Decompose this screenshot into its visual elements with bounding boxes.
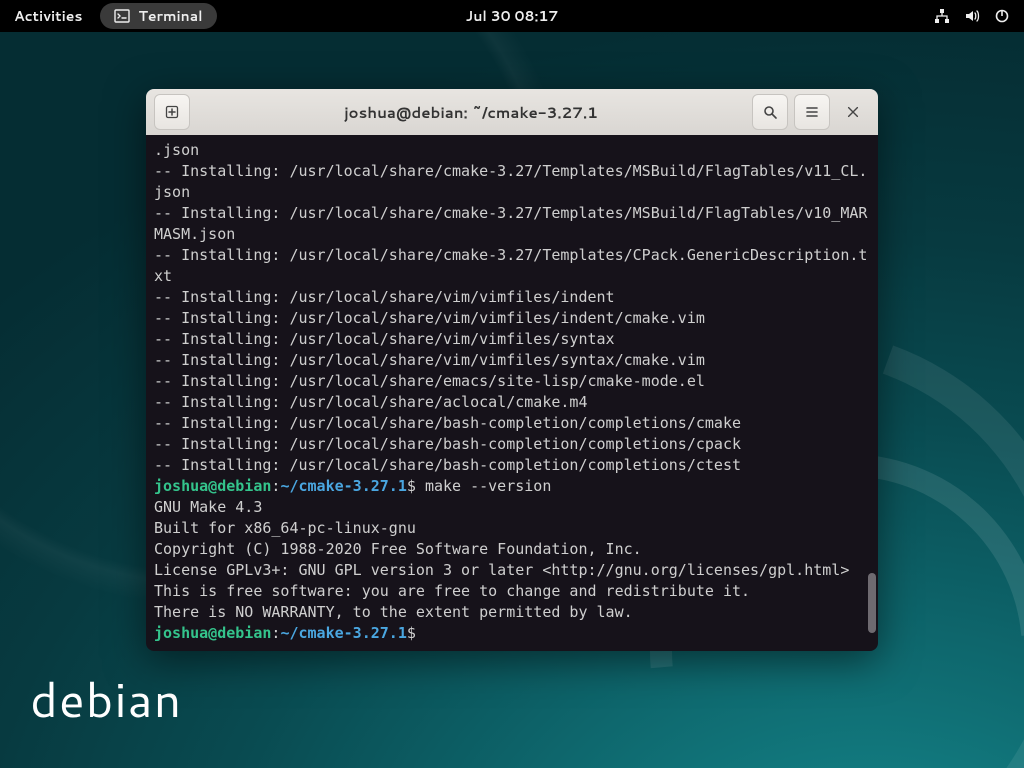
terminal-output-line: Copyright (C) 1988-2020 Free Software Fo… (154, 539, 870, 560)
terminal-output-line: This is free software: you are free to c… (154, 581, 870, 602)
power-icon[interactable] (994, 8, 1010, 24)
hamburger-menu-button[interactable] (794, 94, 830, 130)
terminal-prompt-line: joshua@debian:~/cmake-3.27.1$ make --ver… (154, 476, 870, 497)
terminal-output-line: License GPLv3+: GNU GPL version 3 or lat… (154, 560, 870, 581)
terminal-app-icon (114, 8, 130, 24)
terminal-output-line: GNU Make 4.3 (154, 497, 870, 518)
terminal-output-line: -- Installing: /usr/local/share/vim/vimf… (154, 329, 870, 350)
terminal-output-line: .json (154, 140, 870, 161)
terminal-output-line: -- Installing: /usr/local/share/aclocal/… (154, 392, 870, 413)
terminal-output-line: -- Installing: /usr/local/share/emacs/si… (154, 371, 870, 392)
terminal-output-line: -- Installing: /usr/local/share/vim/vimf… (154, 350, 870, 371)
gnome-topbar: Activities Terminal Jul 30 08:17 (0, 0, 1024, 32)
system-tray[interactable] (934, 8, 1024, 24)
terminal-window: joshua@debian: ~/cmake-3.27.1 .json-- In… (146, 89, 878, 651)
volume-icon[interactable] (964, 8, 980, 24)
window-title: joshua@debian: ~/cmake-3.27.1 (196, 102, 746, 123)
terminal-viewport[interactable]: .json-- Installing: /usr/local/share/cma… (146, 135, 878, 651)
current-app-indicator[interactable]: Terminal (100, 3, 216, 29)
close-button[interactable] (836, 95, 870, 129)
new-tab-button[interactable] (154, 94, 190, 130)
debian-logo: debian (30, 665, 182, 733)
terminal-output-line: -- Installing: /usr/local/share/vim/vimf… (154, 308, 870, 329)
terminal-scrollbar[interactable] (866, 135, 876, 651)
terminal-output-line: -- Installing: /usr/local/share/cmake-3.… (154, 203, 870, 245)
window-titlebar[interactable]: joshua@debian: ~/cmake-3.27.1 (146, 89, 878, 135)
terminal-prompt-line: joshua@debian:~/cmake-3.27.1$ (154, 623, 870, 644)
terminal-output-line: -- Installing: /usr/local/share/cmake-3.… (154, 161, 870, 203)
terminal-output-line: -- Installing: /usr/local/share/vim/vimf… (154, 287, 870, 308)
terminal-output-line: Built for x86_64-pc-linux-gnu (154, 518, 870, 539)
terminal-output-line: -- Installing: /usr/local/share/bash-com… (154, 413, 870, 434)
terminal-output-line: -- Installing: /usr/local/share/bash-com… (154, 455, 870, 476)
terminal-output-line: -- Installing: /usr/local/share/bash-com… (154, 434, 870, 455)
search-button[interactable] (752, 94, 788, 130)
terminal-output-line: There is NO WARRANTY, to the extent perm… (154, 602, 870, 623)
terminal-output-line: -- Installing: /usr/local/share/cmake-3.… (154, 245, 870, 287)
network-icon[interactable] (934, 8, 950, 24)
current-app-name: Terminal (138, 6, 202, 26)
activities-button[interactable]: Activities (0, 6, 96, 26)
scrollbar-thumb[interactable] (868, 573, 876, 633)
